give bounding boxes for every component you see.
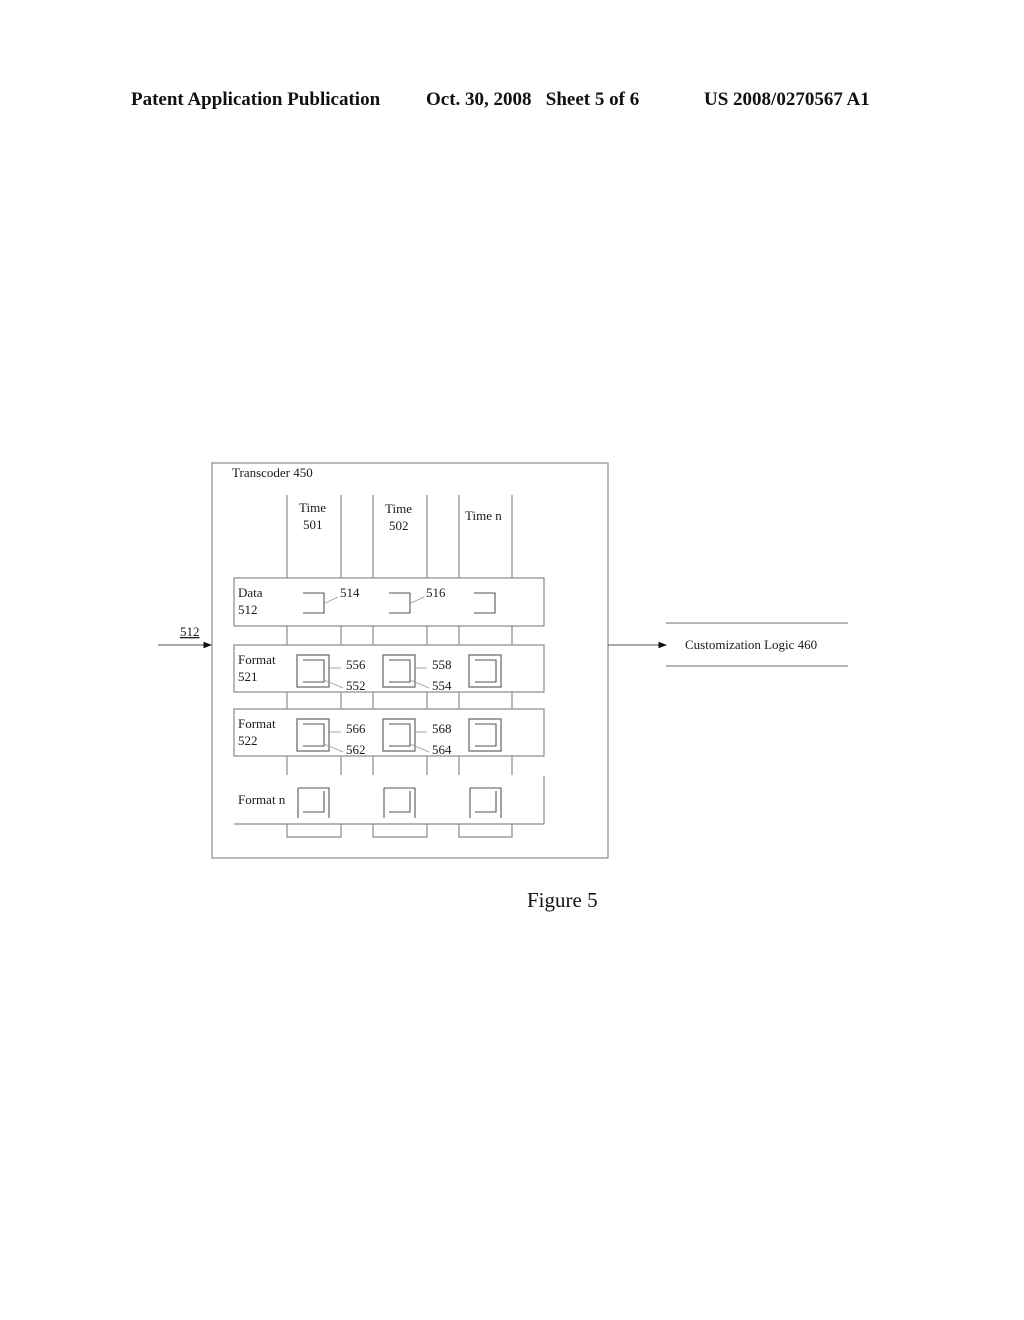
transcoder-label: Transcoder 450 <box>232 465 313 480</box>
callout-564: 564 <box>432 742 452 757</box>
row-data-label-2: 512 <box>238 602 258 617</box>
row-format-522-label-1: Format <box>238 716 276 731</box>
column-connectors-1 <box>286 626 513 645</box>
row-format-521-label-2: 521 <box>238 669 258 684</box>
callout-556: 556 <box>346 657 366 672</box>
customization-logic-label: Customization Logic 460 <box>685 637 817 652</box>
time-col-1-line1: Time <box>299 500 326 515</box>
row-format-521-label-1: Format <box>238 652 276 667</box>
data-element-n <box>474 592 496 614</box>
callout-568: 568 <box>432 721 452 736</box>
row-format-522 <box>233 708 545 757</box>
row-format-522-label-2: 522 <box>238 733 258 748</box>
input-label-512: 512 <box>180 624 200 639</box>
figure-5-diagram: Transcoder 450 Time 501 Time 502 Time n … <box>158 462 848 859</box>
time-col-2-line2: 502 <box>389 518 409 533</box>
callout-514: 514 <box>340 585 360 600</box>
column-bottoms <box>286 824 513 838</box>
row-format-521 <box>233 644 545 693</box>
callout-558: 558 <box>432 657 452 672</box>
callout-562: 562 <box>346 742 366 757</box>
data-element-516 <box>389 592 411 614</box>
time-col-n: Time n <box>465 508 502 523</box>
callout-552: 552 <box>346 678 366 693</box>
column-connectors-2 <box>286 692 513 709</box>
row-data-512 <box>233 577 545 627</box>
column-connectors-3 <box>286 756 513 775</box>
callout-554: 554 <box>432 678 452 693</box>
time-col-2-line1: Time <box>385 501 412 516</box>
data-element-514 <box>303 592 325 614</box>
callout-516: 516 <box>426 585 446 600</box>
callout-566: 566 <box>346 721 366 736</box>
figure-caption: Figure 5 <box>527 888 598 912</box>
row-format-n-label: Format n <box>238 792 286 807</box>
time-col-1-line2: 501 <box>303 517 323 532</box>
row-data-label-1: Data <box>238 585 263 600</box>
